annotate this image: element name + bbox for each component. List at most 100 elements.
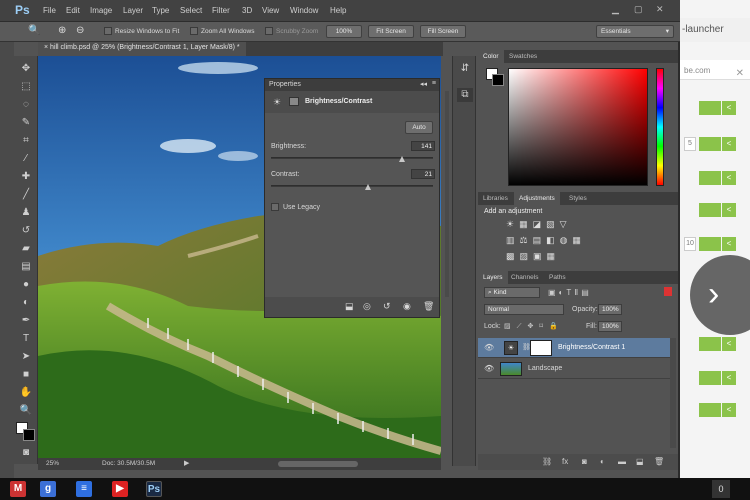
gmail-icon[interactable]: M: [10, 481, 26, 497]
tab-libraries[interactable]: Libraries: [478, 192, 513, 205]
new-adjustment-icon[interactable]: ◐: [600, 457, 605, 466]
workspace-select[interactable]: Essentials ▾: [596, 25, 674, 38]
gradient-tool-icon[interactable]: ▤: [18, 260, 34, 274]
move-tool-icon[interactable]: ✥: [18, 62, 34, 76]
fit-screen-button[interactable]: Fit Screen: [368, 25, 414, 38]
tab-adjustments[interactable]: Adjustments: [514, 192, 560, 205]
zoom-100-button[interactable]: 100%: [326, 25, 362, 38]
path-select-tool-icon[interactable]: ➤: [18, 350, 34, 364]
reset-icon[interactable]: ↺: [383, 301, 391, 312]
count-field[interactable]: 10: [684, 237, 696, 251]
clone-stamp-tool-icon[interactable]: ♟: [18, 206, 34, 220]
status-arrow-icon[interactable]: ▶: [184, 459, 189, 467]
share-icon[interactable]: <: [722, 337, 736, 351]
menu-select[interactable]: Select: [180, 6, 202, 15]
lasso-tool-icon[interactable]: ◌: [18, 98, 34, 112]
zoom-tool-icon[interactable]: 🔍: [18, 404, 34, 418]
hand-tool-icon[interactable]: ✋: [18, 386, 34, 400]
brightness-input[interactable]: 141: [411, 141, 435, 151]
layers-scrollbar[interactable]: [670, 338, 676, 448]
properties-scrollbar[interactable]: [445, 91, 449, 297]
notification-count[interactable]: 0: [712, 480, 730, 498]
tab-swatches[interactable]: Swatches: [504, 50, 542, 63]
background-color-swatch[interactable]: [23, 429, 35, 441]
share-icon[interactable]: <: [722, 203, 736, 217]
resize-windows-checkbox[interactable]: [104, 27, 112, 35]
panel-menu-icon[interactable]: ≡: [432, 80, 436, 87]
opacity-input[interactable]: 100%: [598, 304, 622, 315]
eye-icon[interactable]: 👁: [484, 343, 494, 352]
blur-tool-icon[interactable]: ●: [18, 278, 34, 292]
share-icon[interactable]: <: [722, 101, 736, 115]
visibility-icon[interactable]: ◉: [403, 301, 411, 312]
docs-icon[interactable]: ≡: [76, 481, 92, 497]
color-background-swatch[interactable]: [492, 74, 504, 86]
fx-icon[interactable]: fx: [562, 457, 568, 466]
youtube-icon[interactable]: ▶: [112, 481, 128, 497]
menu-image[interactable]: Image: [90, 6, 112, 15]
adjustment-icons-grid[interactable]: ☀▦◪▧▽ ▥⚖▤◧◍▦ ▩▨▣▦: [506, 216, 602, 264]
link-layers-icon[interactable]: ⛓: [542, 457, 552, 466]
menu-view[interactable]: View: [262, 6, 279, 15]
layer-row-landscape[interactable]: 👁 Landscape: [478, 359, 670, 379]
eraser-tool-icon[interactable]: ▰: [18, 242, 34, 256]
menu-filter[interactable]: Filter: [212, 6, 230, 15]
browser-tab[interactable]: -launcher: [680, 18, 750, 42]
hue-slider[interactable]: [656, 68, 664, 186]
google-search-icon[interactable]: g: [40, 481, 56, 497]
filter-toggle[interactable]: [664, 287, 672, 296]
menu-help[interactable]: Help: [330, 6, 346, 15]
brightness-slider[interactable]: [271, 157, 433, 159]
menu-type[interactable]: Type: [152, 6, 169, 15]
trash-icon[interactable]: 🗑: [654, 457, 664, 466]
contrast-slider-thumb[interactable]: [365, 184, 372, 190]
horizontal-scrollbar[interactable]: [278, 461, 358, 467]
contrast-input[interactable]: 21: [411, 169, 435, 179]
clip-to-layer-icon[interactable]: ⬓: [345, 301, 354, 312]
type-tool-icon[interactable]: T: [18, 332, 34, 346]
minimize-icon[interactable]: ▁: [612, 4, 619, 15]
layer-filter-icons[interactable]: ▣◐TⅡ▤: [548, 288, 592, 297]
tab-layers[interactable]: Layers: [478, 271, 508, 284]
count-field[interactable]: 5: [684, 137, 696, 151]
zoom-level[interactable]: 25%: [46, 460, 59, 467]
history-panel-icon[interactable]: ⇵: [457, 62, 473, 76]
lock-icons[interactable]: ▨⟋✥⌑🔒: [504, 322, 564, 331]
zoom-tool-icon[interactable]: 🔍: [28, 25, 40, 36]
zoom-in-icon[interactable]: ⊕: [58, 25, 66, 36]
dodge-tool-icon[interactable]: ◐: [18, 296, 34, 310]
marquee-tool-icon[interactable]: ⬚: [18, 80, 34, 94]
fill-screen-button[interactable]: Fill Screen: [420, 25, 466, 38]
zoom-out-icon[interactable]: ⊖: [76, 25, 84, 36]
collapse-icon[interactable]: ◂◂: [420, 80, 427, 88]
use-legacy-checkbox[interactable]: [271, 203, 279, 211]
pen-tool-icon[interactable]: ✒: [18, 314, 34, 328]
share-icon[interactable]: <: [722, 171, 736, 185]
share-icon[interactable]: <: [722, 371, 736, 385]
auto-button[interactable]: Auto: [405, 121, 433, 134]
eyedropper-tool-icon[interactable]: ⁄: [18, 152, 34, 166]
crop-tool-icon[interactable]: ⌗: [18, 134, 34, 148]
menu-file[interactable]: File: [43, 6, 56, 15]
photoshop-taskbar-icon[interactable]: Ps: [146, 481, 162, 497]
eye-icon[interactable]: 👁: [484, 364, 494, 373]
layer-filter-select[interactable]: ⌕ Kind: [484, 287, 540, 298]
zoom-all-checkbox[interactable]: [190, 27, 198, 35]
document-tab[interactable]: × hill climb.psd @ 25% (Brightness/Contr…: [38, 42, 246, 56]
close-icon[interactable]: ✕: [736, 68, 744, 79]
tab-styles[interactable]: Styles: [564, 192, 592, 205]
fill-input[interactable]: 100%: [598, 321, 622, 332]
brush-tool-icon[interactable]: ╱: [18, 188, 34, 202]
menu-window[interactable]: Window: [290, 6, 318, 15]
tab-color[interactable]: Color: [478, 50, 504, 63]
quick-select-tool-icon[interactable]: ✎: [18, 116, 34, 130]
tab-channels[interactable]: Channels: [506, 271, 543, 284]
tab-paths[interactable]: Paths: [544, 271, 571, 284]
brightness-slider-thumb[interactable]: [399, 156, 406, 162]
share-icon[interactable]: <: [722, 403, 736, 417]
history-brush-tool-icon[interactable]: ↺: [18, 224, 34, 238]
healing-brush-tool-icon[interactable]: ✚: [18, 170, 34, 184]
share-icon[interactable]: <: [722, 137, 736, 151]
menu-layer[interactable]: Layer: [123, 6, 143, 15]
new-layer-icon[interactable]: ⬓: [636, 457, 644, 466]
